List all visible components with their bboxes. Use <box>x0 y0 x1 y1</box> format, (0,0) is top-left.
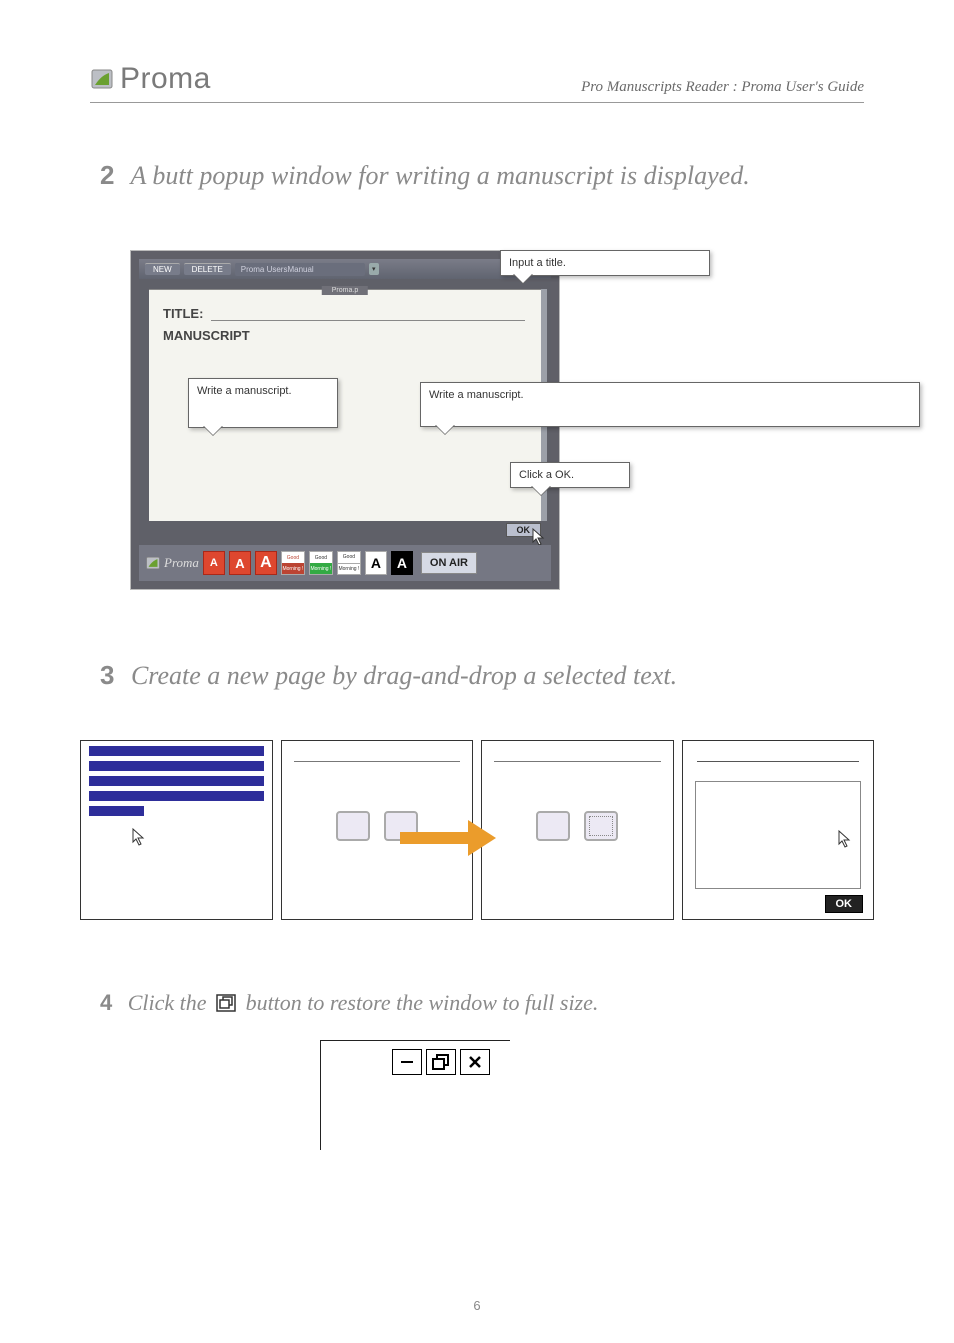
new-button[interactable]: NEW <box>145 263 180 275</box>
cursor-icon <box>837 829 853 849</box>
panel-new-page: OK <box>682 740 875 920</box>
text-line <box>89 806 144 816</box>
text-line <box>89 746 264 756</box>
minimize-button[interactable] <box>392 1049 422 1075</box>
bottom-toolbar: Proma A A A Good Morning ! Good Morning … <box>139 545 551 581</box>
logo: Proma <box>90 62 211 96</box>
title-label: TITLE: <box>163 306 203 321</box>
close-button[interactable] <box>460 1049 490 1075</box>
callout-title: Input a title. <box>500 250 710 276</box>
page-header: Proma Pro Manuscripts Reader : Proma Use… <box>90 62 864 103</box>
toolbar-logo: Proma <box>145 555 199 571</box>
divider <box>494 761 661 762</box>
cursor-icon <box>531 527 547 547</box>
cursor-icon <box>131 827 147 847</box>
callout-ok: Click a OK. <box>510 462 630 488</box>
text-line <box>89 791 264 801</box>
window-corner-figure <box>320 1040 510 1150</box>
section-1-text: A butt popup window for writing a manusc… <box>131 161 750 190</box>
dropdown-button[interactable]: ▾ <box>369 263 379 275</box>
toolbar-logo-icon <box>145 556 161 570</box>
maximize-button[interactable] <box>426 1049 456 1075</box>
contrast-dark-button[interactable]: A <box>391 551 413 575</box>
logo-icon <box>90 68 114 90</box>
page-thumb-drop <box>584 811 618 841</box>
section-3-title: 4 Click the button to restore the window… <box>100 990 598 1018</box>
panel-select-text <box>80 740 273 920</box>
delete-button[interactable]: DELETE <box>184 263 231 275</box>
maximize-icon <box>216 992 236 1018</box>
section-1-title: 2 A butt popup window for writing a manu… <box>100 160 750 191</box>
header-subtitle: Pro Manuscripts Reader : Proma User's Gu… <box>581 79 864 96</box>
divider <box>697 761 860 762</box>
page-thumb <box>336 811 370 841</box>
divider <box>294 761 461 762</box>
manuscript-label: MANUSCRIPT <box>163 328 250 343</box>
section-2-text: Create a new page by drag-and-drop a sel… <box>131 661 677 690</box>
text-line <box>89 776 264 786</box>
filename-field[interactable]: Proma UsersManual <box>235 263 365 276</box>
title-input[interactable] <box>211 320 525 321</box>
onair-button[interactable]: ON AIR <box>421 552 477 574</box>
section-3-text-a: Click the <box>128 990 212 1015</box>
paper-header: Proma.p <box>322 286 368 295</box>
section-1-number: 2 <box>100 160 114 190</box>
popup-topbar: NEW DELETE Proma UsersManual ▾ <box>139 259 551 279</box>
page-number: 6 <box>0 1298 954 1313</box>
section-2-number: 3 <box>100 660 114 690</box>
fontsize-small-button[interactable]: A <box>203 551 225 575</box>
page-thumb <box>536 811 570 841</box>
section-3-text-b: button to restore the window to full siz… <box>246 990 599 1015</box>
section-3-number: 4 <box>100 990 112 1015</box>
theme-1-button[interactable]: Good Morning ! <box>281 551 305 575</box>
logo-text: Proma <box>120 62 211 96</box>
section-2-title: 3 Create a new page by drag-and-drop a s… <box>100 660 677 691</box>
theme-2-button[interactable]: Good Morning ! <box>309 551 333 575</box>
text-line <box>89 761 264 771</box>
fontsize-large-button[interactable]: A <box>255 551 277 575</box>
arrow-icon <box>400 820 514 856</box>
ok-button[interactable]: OK <box>825 895 864 913</box>
theme-3-button[interactable]: Good Morning ! <box>337 551 361 575</box>
contrast-light-button[interactable]: A <box>365 551 387 575</box>
toolbar-logo-text: Proma <box>164 555 199 571</box>
callout-manuscript-left: Write a manuscript. <box>188 378 338 428</box>
fontsize-med-button[interactable]: A <box>229 551 251 575</box>
callout-manuscript-right: Write a manuscript. <box>420 382 920 427</box>
